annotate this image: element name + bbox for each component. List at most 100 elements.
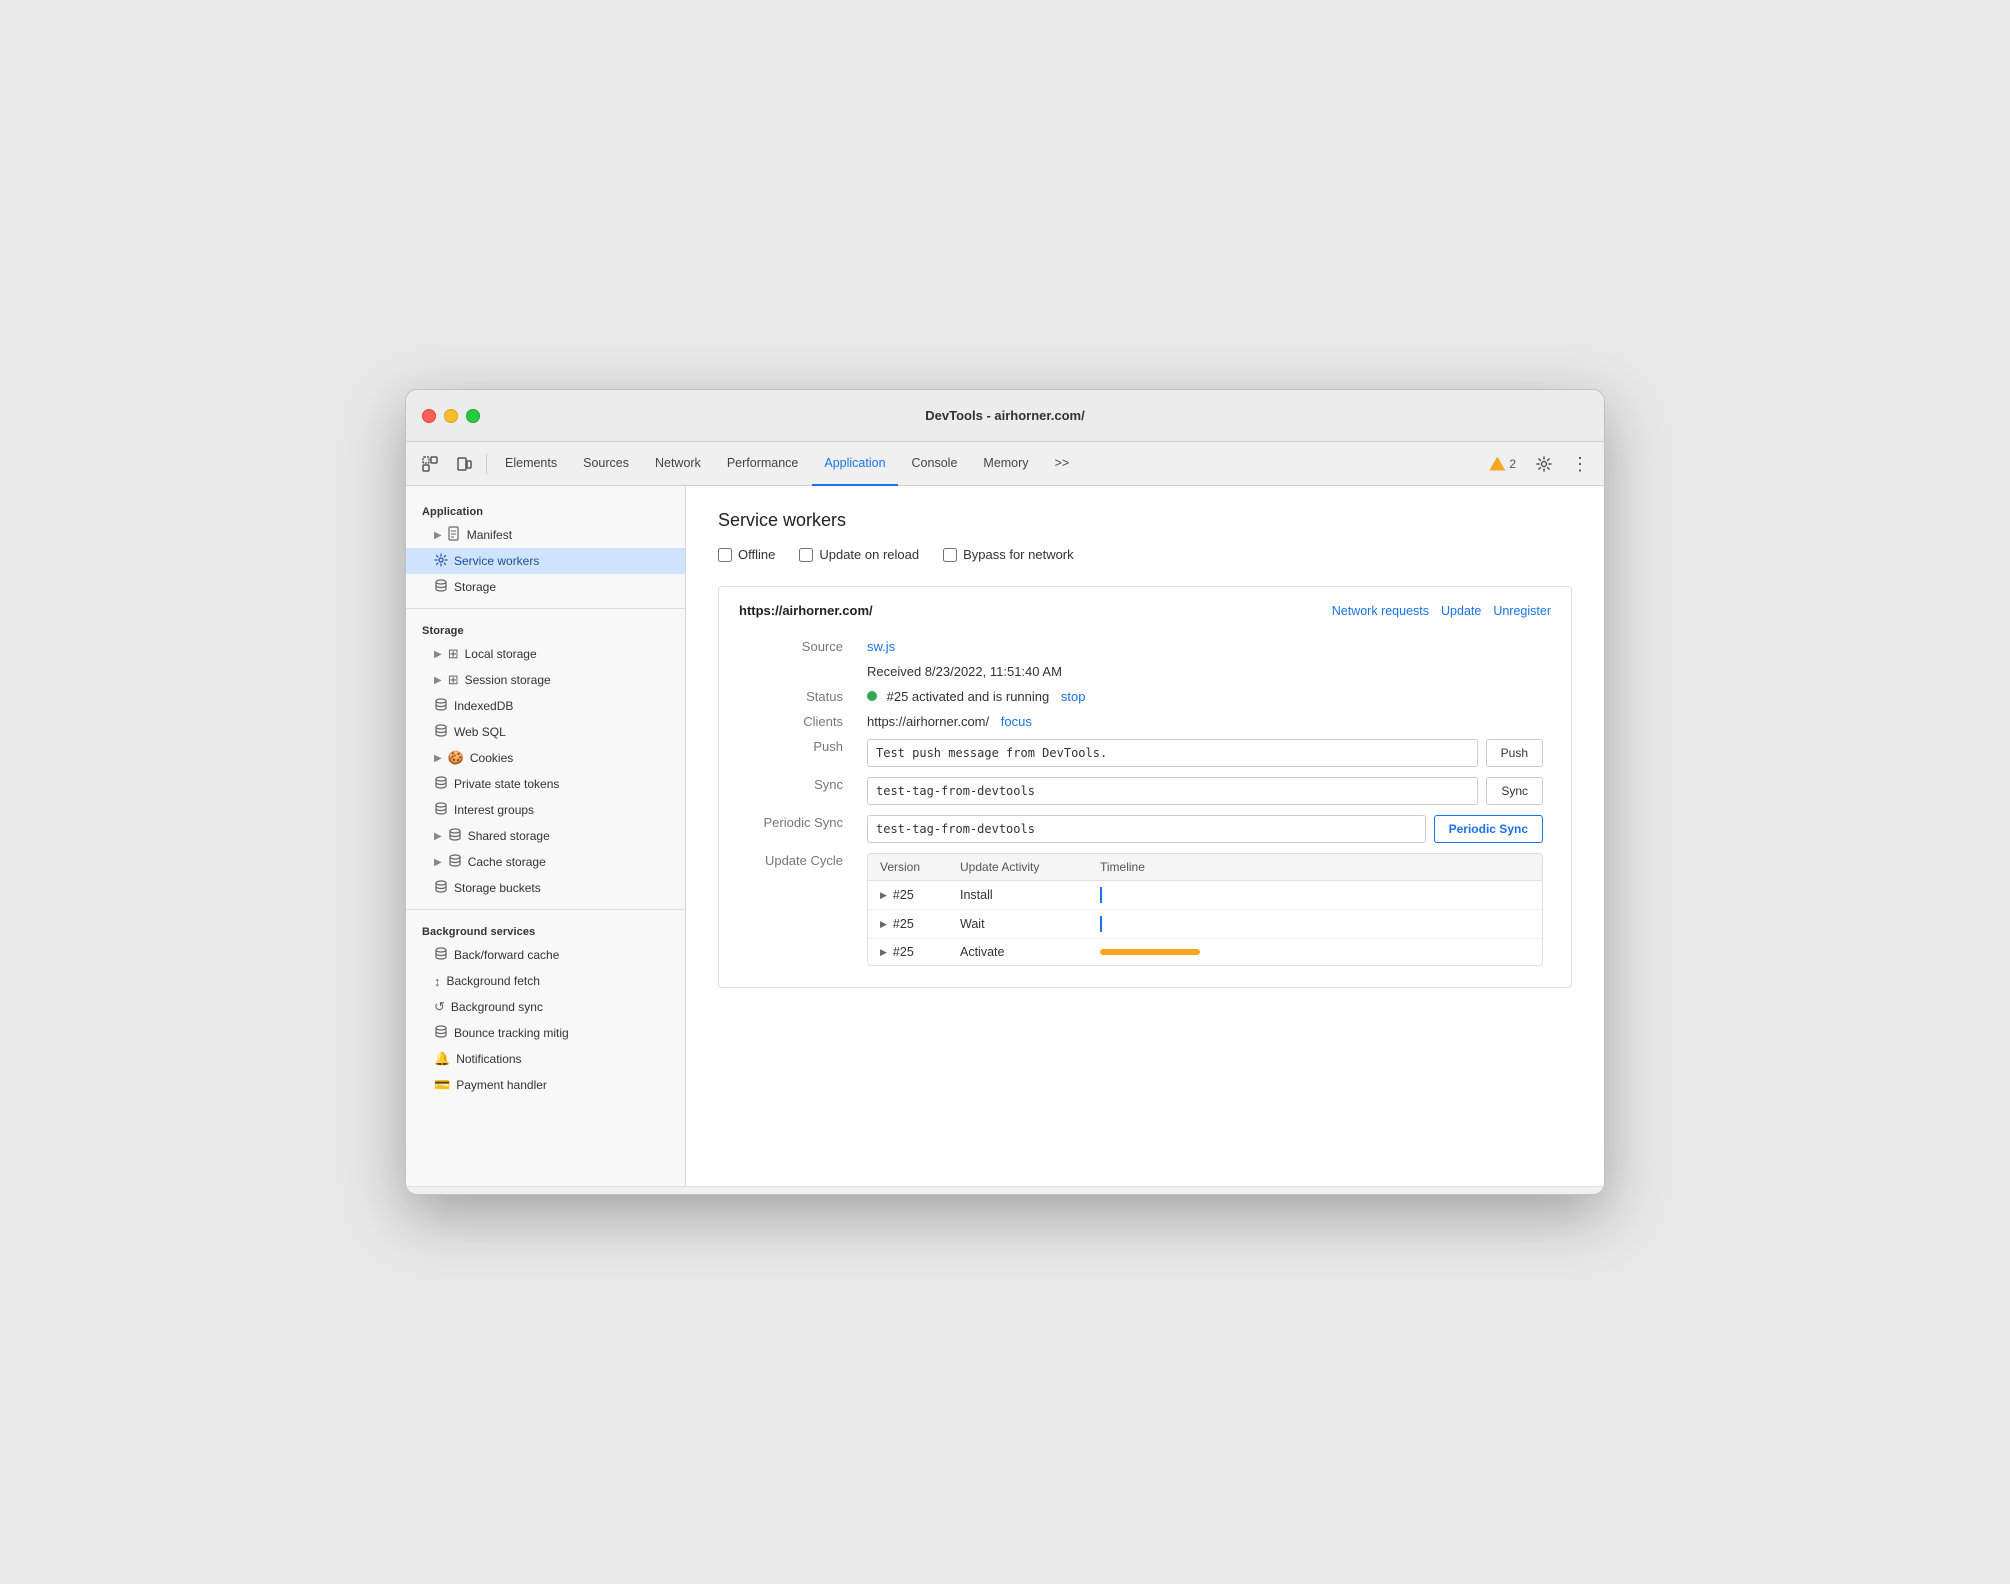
more-options-icon[interactable]: ⋮ bbox=[1564, 448, 1596, 480]
background-fetch-label: Background fetch bbox=[447, 974, 540, 988]
devtools-toolbar: Elements Sources Network Performance App… bbox=[406, 442, 1604, 486]
indexeddb-icon bbox=[434, 698, 448, 714]
tab-more[interactable]: >> bbox=[1043, 442, 1082, 486]
settings-icon[interactable] bbox=[1528, 448, 1560, 480]
warning-badge[interactable]: 2 bbox=[1481, 453, 1524, 475]
update-cycle-row-0: ▶ #25 Install bbox=[868, 881, 1542, 910]
timeline-1 bbox=[1100, 916, 1530, 932]
network-requests-link[interactable]: Network requests bbox=[1332, 604, 1429, 618]
sidebar-item-storage-app[interactable]: Storage bbox=[406, 574, 685, 600]
sidebar-item-payment-handler[interactable]: 💳 Payment handler bbox=[406, 1072, 685, 1098]
tab-memory[interactable]: Memory bbox=[971, 442, 1040, 486]
offline-checkbox-label[interactable]: Offline bbox=[718, 547, 775, 562]
tab-application[interactable]: Application bbox=[812, 442, 897, 486]
sidebar-item-background-fetch[interactable]: ↕ Background fetch bbox=[406, 968, 685, 994]
cookies-label: Cookies bbox=[470, 751, 513, 765]
sidebar-item-manifest[interactable]: ▶ Manifest bbox=[406, 522, 685, 548]
push-button[interactable]: Push bbox=[1486, 739, 1543, 767]
version-header: Version bbox=[880, 860, 960, 874]
traffic-lights bbox=[422, 409, 480, 423]
update-cycle-row: Update Cycle Version Update Activity Tim… bbox=[739, 848, 1551, 971]
sidebar: Application ▶ Manifest Service workers S… bbox=[406, 486, 686, 1186]
bounce-tracking-label: Bounce tracking mitig bbox=[454, 1026, 569, 1040]
tab-sources[interactable]: Sources bbox=[571, 442, 641, 486]
sidebar-item-session-storage[interactable]: ▶ ⊞ Session storage bbox=[406, 667, 685, 693]
tab-network[interactable]: Network bbox=[643, 442, 713, 486]
update-cycle-label: Update Cycle bbox=[739, 848, 859, 971]
service-worker-block: https://airhorner.com/ Network requests … bbox=[718, 586, 1572, 988]
offline-label: Offline bbox=[738, 547, 775, 562]
sidebar-item-service-workers[interactable]: Service workers bbox=[406, 548, 685, 574]
payment-handler-label: Payment handler bbox=[456, 1078, 547, 1092]
periodic-sync-value-cell: Periodic Sync bbox=[859, 810, 1551, 848]
bypass-for-network-checkbox[interactable] bbox=[943, 548, 957, 562]
inspector-icon[interactable] bbox=[414, 448, 446, 480]
bypass-for-network-checkbox-label[interactable]: Bypass for network bbox=[943, 547, 1074, 562]
manifest-doc-icon bbox=[448, 526, 461, 544]
websql-label: Web SQL bbox=[454, 725, 506, 739]
sync-button[interactable]: Sync bbox=[1486, 777, 1543, 805]
sidebar-item-cookies[interactable]: ▶ 🍪 Cookies bbox=[406, 745, 685, 771]
interest-groups-icon bbox=[434, 802, 448, 818]
close-button[interactable] bbox=[422, 409, 436, 423]
sidebar-item-indexeddb[interactable]: IndexedDB bbox=[406, 693, 685, 719]
back-forward-cache-icon bbox=[434, 947, 448, 963]
sidebar-section-application: Application bbox=[406, 498, 685, 522]
timeline-tick-1 bbox=[1100, 916, 1102, 932]
main-panel: Service workers Offline Update on reload… bbox=[686, 486, 1604, 1186]
version-cell-1: ▶ #25 bbox=[880, 917, 960, 931]
session-storage-chevron-icon: ▶ bbox=[434, 675, 442, 686]
source-label: Source bbox=[739, 634, 859, 659]
sidebar-section-storage: Storage bbox=[406, 617, 685, 641]
sidebar-item-websql[interactable]: Web SQL bbox=[406, 719, 685, 745]
device-toggle-icon[interactable] bbox=[448, 448, 480, 480]
tab-console[interactable]: Console bbox=[900, 442, 970, 486]
sidebar-item-cache-storage[interactable]: ▶ Cache storage bbox=[406, 849, 685, 875]
maximize-button[interactable] bbox=[466, 409, 480, 423]
tab-performance[interactable]: Performance bbox=[715, 442, 811, 486]
tab-elements[interactable]: Elements bbox=[493, 442, 569, 486]
update-cycle-table: Version Update Activity Timeline ▶ #25 bbox=[867, 853, 1543, 966]
sidebar-item-notifications[interactable]: 🔔 Notifications bbox=[406, 1046, 685, 1072]
row-chevron-2: ▶ bbox=[880, 947, 887, 958]
minimize-button[interactable] bbox=[444, 409, 458, 423]
timeline-bar-2 bbox=[1100, 949, 1200, 955]
update-on-reload-checkbox[interactable] bbox=[799, 548, 813, 562]
sidebar-item-interest-groups[interactable]: Interest groups bbox=[406, 797, 685, 823]
timeline-0 bbox=[1100, 887, 1530, 903]
unregister-link[interactable]: Unregister bbox=[1493, 604, 1551, 618]
bypass-for-network-label: Bypass for network bbox=[963, 547, 1074, 562]
interest-groups-label: Interest groups bbox=[454, 803, 534, 817]
push-value-cell: Push bbox=[859, 734, 1551, 772]
push-label: Push bbox=[739, 734, 859, 772]
sidebar-item-bounce-tracking[interactable]: Bounce tracking mitig bbox=[406, 1020, 685, 1046]
horizontal-scrollbar[interactable] bbox=[406, 1186, 1604, 1194]
stop-link[interactable]: stop bbox=[1061, 689, 1086, 704]
update-link[interactable]: Update bbox=[1441, 604, 1481, 618]
sidebar-item-local-storage[interactable]: ▶ ⊞ Local storage bbox=[406, 641, 685, 667]
periodic-sync-input[interactable] bbox=[867, 815, 1426, 843]
push-input[interactable] bbox=[867, 739, 1478, 767]
periodic-sync-button[interactable]: Periodic Sync bbox=[1434, 815, 1543, 843]
background-sync-label: Background sync bbox=[451, 1000, 543, 1014]
version-1: #25 bbox=[893, 917, 914, 931]
push-row: Push Push bbox=[739, 734, 1551, 772]
sync-input[interactable] bbox=[867, 777, 1478, 805]
sidebar-item-background-sync[interactable]: ↺ Background sync bbox=[406, 994, 685, 1020]
sidebar-item-shared-storage[interactable]: ▶ Shared storage bbox=[406, 823, 685, 849]
sidebar-divider-2 bbox=[406, 909, 685, 910]
shared-storage-label: Shared storage bbox=[468, 829, 550, 843]
cache-storage-label: Cache storage bbox=[468, 855, 546, 869]
source-link[interactable]: sw.js bbox=[867, 639, 895, 654]
sidebar-item-storage-buckets[interactable]: Storage buckets bbox=[406, 875, 685, 901]
activity-1: Wait bbox=[960, 917, 1100, 931]
sidebar-item-back-forward-cache[interactable]: Back/forward cache bbox=[406, 942, 685, 968]
cookies-chevron-icon: ▶ bbox=[434, 753, 442, 764]
manifest-label: Manifest bbox=[467, 528, 512, 542]
sidebar-item-private-state-tokens[interactable]: Private state tokens bbox=[406, 771, 685, 797]
activity-header: Update Activity bbox=[960, 860, 1100, 874]
focus-link[interactable]: focus bbox=[1001, 714, 1032, 729]
update-on-reload-checkbox-label[interactable]: Update on reload bbox=[799, 547, 919, 562]
notifications-label: Notifications bbox=[456, 1052, 521, 1066]
offline-checkbox[interactable] bbox=[718, 548, 732, 562]
